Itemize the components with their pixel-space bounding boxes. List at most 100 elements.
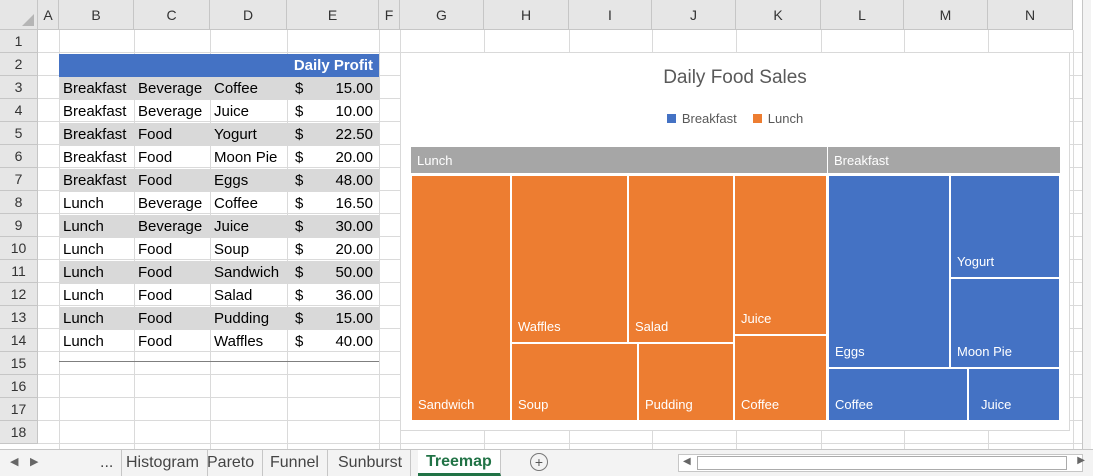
tab-histogram[interactable]: Histogram <box>118 450 208 476</box>
cell-meal[interactable]: Lunch <box>59 261 134 284</box>
cell-currency[interactable]: $ <box>291 192 311 215</box>
legend-item-lunch[interactable]: Lunch <box>752 111 803 126</box>
cell-item[interactable]: Juice <box>210 215 287 238</box>
treemap-tile-lunch-sandwich[interactable]: Sandwich <box>411 175 511 421</box>
cell-currency[interactable]: $ <box>291 123 311 146</box>
row-header-4[interactable]: 4 <box>0 99 38 122</box>
cell-meal[interactable]: Breakfast <box>59 77 134 100</box>
column-header-k[interactable]: K <box>736 0 821 30</box>
row-header-1[interactable]: 1 <box>0 30 38 53</box>
treemap-tile-lunch-coffee[interactable]: Coffee <box>734 335 827 421</box>
cell-meal[interactable]: Lunch <box>59 307 134 330</box>
cell-amount[interactable]: 20.00 <box>311 146 379 169</box>
legend-item-breakfast[interactable]: Breakfast <box>666 111 737 126</box>
next-sheet-arrow-icon[interactable]: ▶ <box>30 455 38 468</box>
column-header-m[interactable]: M <box>904 0 988 30</box>
cell-meal[interactable]: Breakfast <box>59 100 134 123</box>
group-banner-breakfast[interactable]: Breakfast <box>828 147 1060 173</box>
column-header-i[interactable]: I <box>569 0 652 30</box>
cell-item[interactable]: Sandwich <box>210 261 287 284</box>
cell-meal[interactable]: Lunch <box>59 215 134 238</box>
cell-currency[interactable]: $ <box>291 238 311 261</box>
group-banner-lunch[interactable]: Lunch <box>411 147 827 173</box>
column-header-n[interactable]: N <box>988 0 1073 30</box>
treemap-tile-breakfast-juice[interactable]: Juice <box>968 368 1060 421</box>
prev-sheet-arrow-icon[interactable]: ◀ <box>10 455 18 468</box>
cell-type[interactable]: Food <box>134 169 210 192</box>
column-header-l[interactable]: L <box>821 0 904 30</box>
treemap-chart[interactable]: Daily Food Sales Breakfast Lunch Lunch B… <box>400 52 1070 431</box>
cell-type[interactable]: Food <box>134 330 210 353</box>
column-header-c[interactable]: C <box>134 0 210 30</box>
row-header-18[interactable]: 18 <box>0 421 38 444</box>
cell-amount[interactable]: 15.00 <box>311 307 379 330</box>
cell-currency[interactable]: $ <box>291 169 311 192</box>
cell-currency[interactable]: $ <box>291 77 311 100</box>
cell-item[interactable]: Eggs <box>210 169 287 192</box>
treemap-tile-breakfast-yogurt[interactable]: Yogurt <box>950 175 1060 278</box>
row-header-8[interactable]: 8 <box>0 191 38 214</box>
cell-type[interactable]: Beverage <box>134 77 210 100</box>
cell-amount[interactable]: 10.00 <box>311 100 379 123</box>
row-header-17[interactable]: 17 <box>0 398 38 421</box>
row-header-3[interactable]: 3 <box>0 76 38 99</box>
cell-item[interactable]: Waffles <box>210 330 287 353</box>
daily-profit-header[interactable]: Daily Profit <box>287 54 379 77</box>
cell-type[interactable]: Beverage <box>134 100 210 123</box>
cell-item[interactable]: Moon Pie <box>210 146 287 169</box>
cell-meal[interactable]: Lunch <box>59 330 134 353</box>
cell-currency[interactable]: $ <box>291 284 311 307</box>
vertical-scrollbar[interactable] <box>1082 0 1091 449</box>
scroll-left-icon[interactable]: ◀ <box>683 456 691 467</box>
tab-pareto[interactable]: Pareto <box>199 450 264 476</box>
add-sheet-button[interactable]: + <box>530 453 548 471</box>
cell-amount[interactable]: 22.50 <box>311 123 379 146</box>
row-header-5[interactable]: 5 <box>0 122 38 145</box>
column-header-j[interactable]: J <box>652 0 736 30</box>
cell-amount[interactable]: 16.50 <box>311 192 379 215</box>
column-header-f[interactable]: F <box>379 0 400 30</box>
treemap-tile-breakfast-coffee[interactable]: Coffee <box>828 368 968 421</box>
cell-meal[interactable]: Lunch <box>59 238 134 261</box>
chart-legend[interactable]: Breakfast Lunch <box>401 111 1069 126</box>
row-header-14[interactable]: 14 <box>0 329 38 352</box>
tab-funnel[interactable]: Funnel <box>262 450 328 476</box>
column-header-g[interactable]: G <box>400 0 484 30</box>
row-header-6[interactable]: 6 <box>0 145 38 168</box>
tab-treemap[interactable]: Treemap <box>418 450 501 476</box>
treemap-tile-breakfast-moon-pie[interactable]: Moon Pie <box>950 278 1060 368</box>
scroll-right-icon[interactable]: ▶ <box>1077 455 1085 466</box>
column-header-e[interactable]: E <box>287 0 379 30</box>
cell-amount[interactable]: 36.00 <box>311 284 379 307</box>
cell-currency[interactable]: $ <box>291 100 311 123</box>
cell-item[interactable]: Salad <box>210 284 287 307</box>
cell-item[interactable]: Yogurt <box>210 123 287 146</box>
cell-currency[interactable]: $ <box>291 330 311 353</box>
select-all-corner[interactable] <box>0 0 38 30</box>
row-header-2[interactable]: 2 <box>0 53 38 76</box>
horizontal-scroll-thumb[interactable] <box>697 456 1067 470</box>
column-header-a[interactable]: A <box>38 0 59 30</box>
cell-amount[interactable]: 20.00 <box>311 238 379 261</box>
tab-sunburst[interactable]: Sunburst <box>330 450 412 476</box>
row-header-9[interactable]: 9 <box>0 214 38 237</box>
cell-amount[interactable]: 40.00 <box>311 330 379 353</box>
chart-title[interactable]: Daily Food Sales <box>401 67 1069 89</box>
cell-currency[interactable]: $ <box>291 261 311 284</box>
cell-amount[interactable]: 15.00 <box>311 77 379 100</box>
cell-type[interactable]: Beverage <box>134 192 210 215</box>
cell-type[interactable]: Beverage <box>134 215 210 238</box>
cell-item[interactable]: Coffee <box>210 192 287 215</box>
cell-item[interactable]: Soup <box>210 238 287 261</box>
treemap-tile-breakfast-eggs[interactable]: Eggs <box>828 175 950 368</box>
cell-meal[interactable]: Lunch <box>59 284 134 307</box>
row-header-11[interactable]: 11 <box>0 260 38 283</box>
cell-currency[interactable]: $ <box>291 146 311 169</box>
horizontal-scrollbar[interactable]: ◀ <box>678 454 1083 472</box>
column-header-d[interactable]: D <box>210 0 287 30</box>
treemap-tile-lunch-juice[interactable]: Juice <box>734 175 827 335</box>
column-header-b[interactable]: B <box>59 0 134 30</box>
cell-currency[interactable]: $ <box>291 215 311 238</box>
cell-amount[interactable]: 48.00 <box>311 169 379 192</box>
treemap-tile-lunch-soup[interactable]: Soup <box>511 343 638 421</box>
